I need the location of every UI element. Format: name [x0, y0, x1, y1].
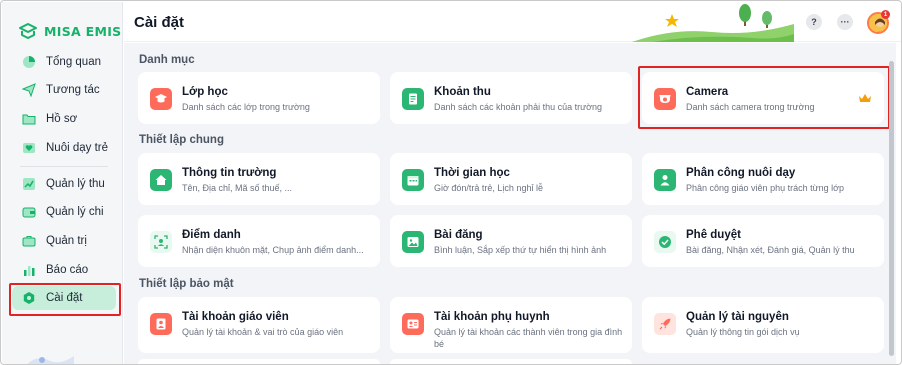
calendar-icon	[402, 169, 424, 191]
logo-icon	[19, 23, 37, 39]
logo-text: MISA EMIS	[44, 23, 122, 39]
card-description: Bình luận, Sắp xếp thứ tự hiển thị hình …	[434, 245, 607, 255]
person-icon	[654, 169, 676, 191]
sidebar: MISA EMIS Tổng quan Tương tác Hồ sơ Nuôi…	[2, 2, 123, 364]
card-phan-cong-nuoi-day[interactable]: Phân công nuôi dạy Phân công giáo viên p…	[642, 153, 884, 205]
help-button[interactable]: ?	[806, 14, 822, 30]
receipt-icon	[402, 88, 424, 110]
face-scan-icon	[150, 231, 172, 253]
section-title-thiet-lap-bao-mat: Thiết lập bảo mật	[139, 278, 234, 290]
card-lop-hoc[interactable]: Lớp học Danh sách các lớp trong trường	[138, 72, 380, 124]
sidebar-item-label: Tương tác	[46, 84, 100, 96]
sidebar-item-quan-ly-thu[interactable]: Quản lý thu	[12, 172, 116, 196]
card-description: Giờ đón/trả trẻ, Lịch nghỉ lễ	[434, 183, 543, 193]
card-title: Phê duyệt	[686, 229, 741, 241]
logo[interactable]: MISA EMIS	[18, 22, 121, 40]
card-description: Danh sách các khoản phải thu của trường	[434, 102, 603, 112]
sidebar-item-nuoi-day-tre[interactable]: Nuôi dạy trẻ	[12, 136, 116, 160]
card-tai-khoan-phu-huynh[interactable]: Tài khoản phụ huynh Quản lý tài khoản cá…	[390, 297, 632, 353]
card-title: Khoản thu	[434, 86, 491, 98]
trend-chart-icon	[22, 177, 36, 191]
highlight-box-camera	[638, 66, 890, 129]
app-window: MISA EMIS Tổng quan Tương tác Hồ sơ Nuôi…	[0, 0, 902, 365]
sidebar-item-label: Quản lý chi	[46, 206, 104, 218]
wallet-icon	[22, 205, 36, 219]
card-description: Nhận diện khuôn mặt, Chụp ảnh điểm danh.…	[182, 245, 364, 255]
card-title: Thời gian học	[434, 167, 510, 179]
card-title: Tài khoản giáo viên	[182, 311, 289, 323]
check-circle-icon	[654, 231, 676, 253]
card-diem-danh[interactable]: Điểm danh Nhận diện khuôn mặt, Chụp ảnh …	[138, 215, 380, 267]
parent-account-icon	[402, 313, 424, 335]
more-button[interactable]: ···	[837, 14, 853, 30]
sidebar-item-tuong-tac[interactable]: Tương tác	[12, 78, 116, 102]
card-title: Bài đăng	[434, 229, 483, 241]
highlight-box-settings	[9, 283, 121, 316]
card-partial[interactable]	[390, 359, 632, 364]
graduation-cap-icon	[150, 88, 172, 110]
image-icon	[402, 231, 424, 253]
card-title: Phân công nuôi dạy	[686, 167, 796, 179]
sidebar-item-label: Hồ sơ	[46, 113, 78, 125]
sidebar-item-quan-tri[interactable]: Quản trị	[12, 229, 116, 253]
card-thoi-gian-hoc[interactable]: Thời gian học Giờ đón/trả trẻ, Lịch nghỉ…	[390, 153, 632, 205]
sidebar-divider	[20, 166, 108, 167]
card-description: Phân công giáo viên phụ trách từng lớp	[686, 183, 845, 193]
card-description: Tên, Địa chỉ, Mã số thuế, ...	[182, 183, 293, 193]
card-tai-khoan-giao-vien[interactable]: Tài khoản giáo viên Quản lý tài khoản & …	[138, 297, 380, 353]
home-icon	[150, 169, 172, 191]
sidebar-item-label: Quản trị	[46, 235, 87, 247]
vertical-scrollbar[interactable]	[889, 61, 894, 356]
folder-icon	[22, 112, 36, 126]
card-thong-tin-truong[interactable]: Thông tin trường Tên, Địa chỉ, Mã số thu…	[138, 153, 380, 205]
card-description: Quản lý tài khoản & vai trò của giáo viê…	[182, 327, 344, 337]
card-title: Thông tin trường	[182, 167, 277, 179]
settings-content: Danh mục Lớp học Danh sách các lớp trong…	[124, 43, 896, 364]
page-title: Cài đặt	[134, 14, 185, 31]
card-bai-dang[interactable]: Bài đăng Bình luận, Sắp xếp thứ tự hiển …	[390, 215, 632, 267]
card-quan-ly-tai-nguyen[interactable]: Quản lý tài nguyên Quản lý thông tin gói…	[642, 297, 884, 353]
card-title: Quản lý tài nguyên	[686, 311, 789, 323]
card-description: Quản lý thông tin gói dịch vụ	[686, 327, 800, 337]
header-landscape-illustration	[632, 4, 794, 42]
pie-chart-icon	[22, 55, 36, 69]
bar-chart-icon	[22, 263, 36, 277]
sidebar-item-ho-so[interactable]: Hồ sơ	[12, 107, 116, 131]
card-title: Tài khoản phụ huynh	[434, 311, 550, 323]
sidebar-item-label: Tổng quan	[46, 56, 101, 68]
section-title-danh-muc: Danh mục	[139, 54, 195, 66]
sidebar-item-label: Quản lý thu	[46, 178, 105, 190]
header: Cài đặt ? ··· 1	[124, 2, 901, 42]
briefcase-icon	[22, 234, 36, 248]
sidebar-item-label: Nuôi dạy trẻ	[46, 142, 109, 154]
sidebar-item-quan-ly-chi[interactable]: Quản lý chi	[12, 200, 116, 224]
card-title: Điểm danh	[182, 229, 241, 241]
card-description: Danh sách các lớp trong trường	[182, 102, 310, 112]
card-description: Bài đăng, Nhận xét, Đánh giá, Quản lý th…	[686, 245, 855, 255]
card-partial[interactable]	[138, 359, 380, 364]
notification-badge: 1	[881, 10, 890, 19]
sidebar-item-label: Báo cáo	[46, 264, 89, 276]
card-khoan-thu[interactable]: Khoản thu Danh sách các khoản phải thu c…	[390, 72, 632, 124]
card-phe-duyet[interactable]: Phê duyệt Bài đăng, Nhận xét, Đánh giá, …	[642, 215, 884, 267]
heart-icon	[22, 141, 36, 155]
decorative-illustration	[27, 356, 74, 364]
card-description: Quản lý tài khoản các thành viên trong g…	[434, 327, 623, 349]
card-title: Lớp học	[182, 86, 228, 98]
section-title-thiet-lap-chung: Thiết lập chung	[139, 134, 224, 146]
rocket-icon	[654, 313, 676, 335]
sidebar-item-bao-cao[interactable]: Báo cáo	[12, 258, 116, 282]
paper-plane-icon	[22, 83, 36, 97]
sidebar-item-tong-quan[interactable]: Tổng quan	[12, 50, 116, 74]
teacher-account-icon	[150, 313, 172, 335]
